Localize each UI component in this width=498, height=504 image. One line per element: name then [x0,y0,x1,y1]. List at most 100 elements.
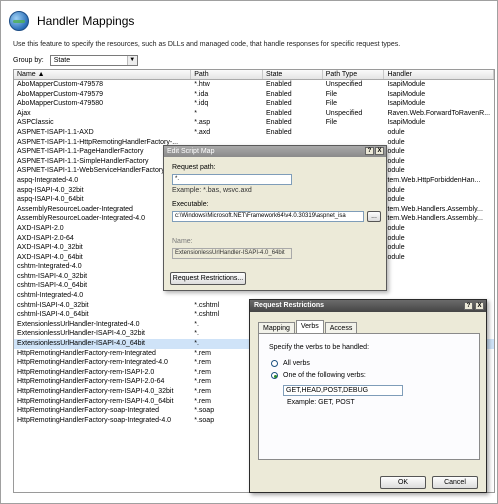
request-path-example: Example: *.bas, wsvc.axd [172,187,252,194]
table-row[interactable]: Ajax * Enabled Unspecified Raven.Web.Forward… [14,109,494,119]
cell-handler: tem.Web.Handlers.Assembly... [387,205,483,213]
cell-name: HttpRemotingHandlerFactory-rem-ISAPI-4.0… [17,397,174,405]
cell-name: Ajax [17,109,31,117]
cell-path-type: Unspecified [325,81,363,88]
cell-handler: odule [387,148,405,156]
browse-button[interactable]: ... [367,211,381,222]
cell-handler: odule [387,244,405,252]
cell-handler: IsapiModule [387,90,426,98]
table-row[interactable]: AboMapperCustom-479579 *.ida Enabled File Is… [14,90,494,100]
cell-name: AboMapperCustom-479579 [17,90,103,98]
all-verbs-label[interactable]: All verbs [283,360,310,367]
column-header-path-type[interactable]: Path Type [323,70,385,79]
column-header-state[interactable]: State [263,70,323,79]
one-of-verbs-radio[interactable] [271,372,278,379]
cell-handler: tem.Web.Handlers.Assembly... [387,215,483,223]
help-icon[interactable]: ? [365,147,374,155]
executable-input[interactable]: c:\Windows\Microsoft.NET\Framework64\v4.… [172,211,364,222]
cell-state: Enabled [265,100,292,108]
cell-handler: Raven.Web.ForwardToRavenR... [387,109,491,117]
request-restrictions-button[interactable]: Request Restrictions... [170,272,246,285]
cell-handler [384,262,494,272]
name-label: Name: [172,238,193,245]
tab-verbs[interactable]: Verbs [295,320,324,333]
cell-handler: odule [387,128,405,136]
name-input: ExtensionlessUrlHandler-ISAPI-4.0_64bit [172,248,292,259]
cell-handler: odule [387,196,405,204]
close-icon[interactable]: X [475,302,484,310]
all-verbs-radio[interactable] [271,360,278,367]
cell-handler: odule [387,224,405,232]
cell-handler: odule [387,138,405,146]
column-header-name[interactable]: Name ▲ [14,70,192,79]
table-row[interactable]: ASPClassic *.asp Enabled File IsapiModule [14,118,494,128]
cell-handler: IsapiModule [387,100,426,108]
verbs-panel: Specify the verbs to be handled: All ver… [258,333,480,460]
verbs-input[interactable]: GET,HEAD,POST,DEBUG [283,385,403,396]
request-restrictions-dialog: Request Restrictions ? X Mapping Verbs A… [249,299,487,493]
cell-path-type [323,128,385,138]
chevron-down-icon: ▼ [126,56,137,65]
cancel-button[interactable]: Cancel [432,476,478,489]
cell-state: Enabled [265,90,292,98]
tab-mapping[interactable]: Mapping [258,322,295,333]
table-row[interactable]: AboMapperCustom-479578 *.htw Enabled Unspec… [14,80,494,90]
cell-name: HttpRemotingHandlerFactory-rem-ISAPI-2.0… [17,378,165,386]
cell-handler [384,281,494,291]
executable-label: Executable: [172,201,209,208]
cell-handler [384,272,494,282]
group-by-bar: Group by: State ▼ [13,55,138,66]
one-of-verbs-label[interactable]: One of the following verbs: [283,372,366,379]
dialog-title-bar: Edit Script Map ? X [164,146,386,157]
cell-handler: odule [387,253,405,261]
cell-path: *.idq [194,100,209,108]
cell-path: *.asp [194,119,211,127]
cell-path: *.axd [194,128,211,136]
cell-name: HttpRemotingHandlerFactory-soap-Integrat… [17,416,172,424]
close-icon[interactable]: X [375,147,384,155]
group-by-value: State [53,57,71,64]
globe-icon [9,11,29,31]
page-title: Handler Mappings [37,14,135,28]
cell-name: ASPNET-ISAPI-1.1-AXD [17,128,94,136]
group-by-label: Group by: [13,57,44,64]
tab-strip: Mapping Verbs Access [258,320,358,333]
cell-name: HttpRemotingHandlerFactory-rem-Integrate… [17,349,156,357]
cell-path-type: File [325,119,337,127]
cell-state: Enabled [265,81,292,88]
cell-name: ExtensionlessUrlHandler-ISAPI-4.0_32bit [17,330,146,338]
sort-ascending-icon: ▲ [37,71,45,78]
column-header-path[interactable]: Path [191,70,263,79]
cell-handler: tem.Web.HttpForbiddenHan... [387,176,481,184]
cell-name: cshtml-ISAPI-4.0_64bit [17,311,89,319]
cell-path: *.htw [194,81,210,88]
list-header: Name ▲ Path State Path Type Handler [14,70,494,80]
help-icon[interactable]: ? [464,302,473,310]
cell-handler: odule [387,186,405,194]
column-header-handler[interactable]: Handler [384,70,494,79]
cell-name: HttpRemotingHandlerFactory-rem-Integrate… [17,359,168,367]
cell-handler: odule [387,234,405,242]
request-path-input[interactable]: *. [172,174,292,185]
request-path-label: Request path: [172,164,216,171]
group-by-select[interactable]: State ▼ [49,55,138,66]
cell-name: ExtensionlessUrlHandler-ISAPI-4.0_64bit [17,340,146,348]
cell-name: cshtml-ISAPI-4.0_32bit [17,301,89,309]
ok-button[interactable]: OK [380,476,426,489]
dialog-title: Request Restrictions [254,302,325,309]
cell-path-type: File [325,100,337,108]
cell-name: HttpRemotingHandlerFactory-soap-Integrat… [17,407,160,415]
cell-state: Enabled [265,109,292,117]
verbs-instruction: Specify the verbs to be handled: [269,344,370,351]
cell-name: AboMapperCustom-479580 [17,100,103,108]
cell-handler: IsapiModule [387,81,426,88]
table-row[interactable]: ASPNET-ISAPI-1.1-AXD *.axd Enabled odule [14,128,494,138]
table-row[interactable]: AboMapperCustom-479580 *.idq Enabled File Is… [14,99,494,109]
tab-access[interactable]: Access [324,322,358,333]
cell-handler: odule [387,157,405,165]
header: Handler Mappings [9,9,134,33]
dialog-title-bar: Request Restrictions ? X [250,300,486,312]
cell-name: AboMapperCustom-479578 [17,81,103,88]
cell-handler: odule [387,167,405,175]
feature-description: Use this feature to specify the resource… [13,41,401,48]
